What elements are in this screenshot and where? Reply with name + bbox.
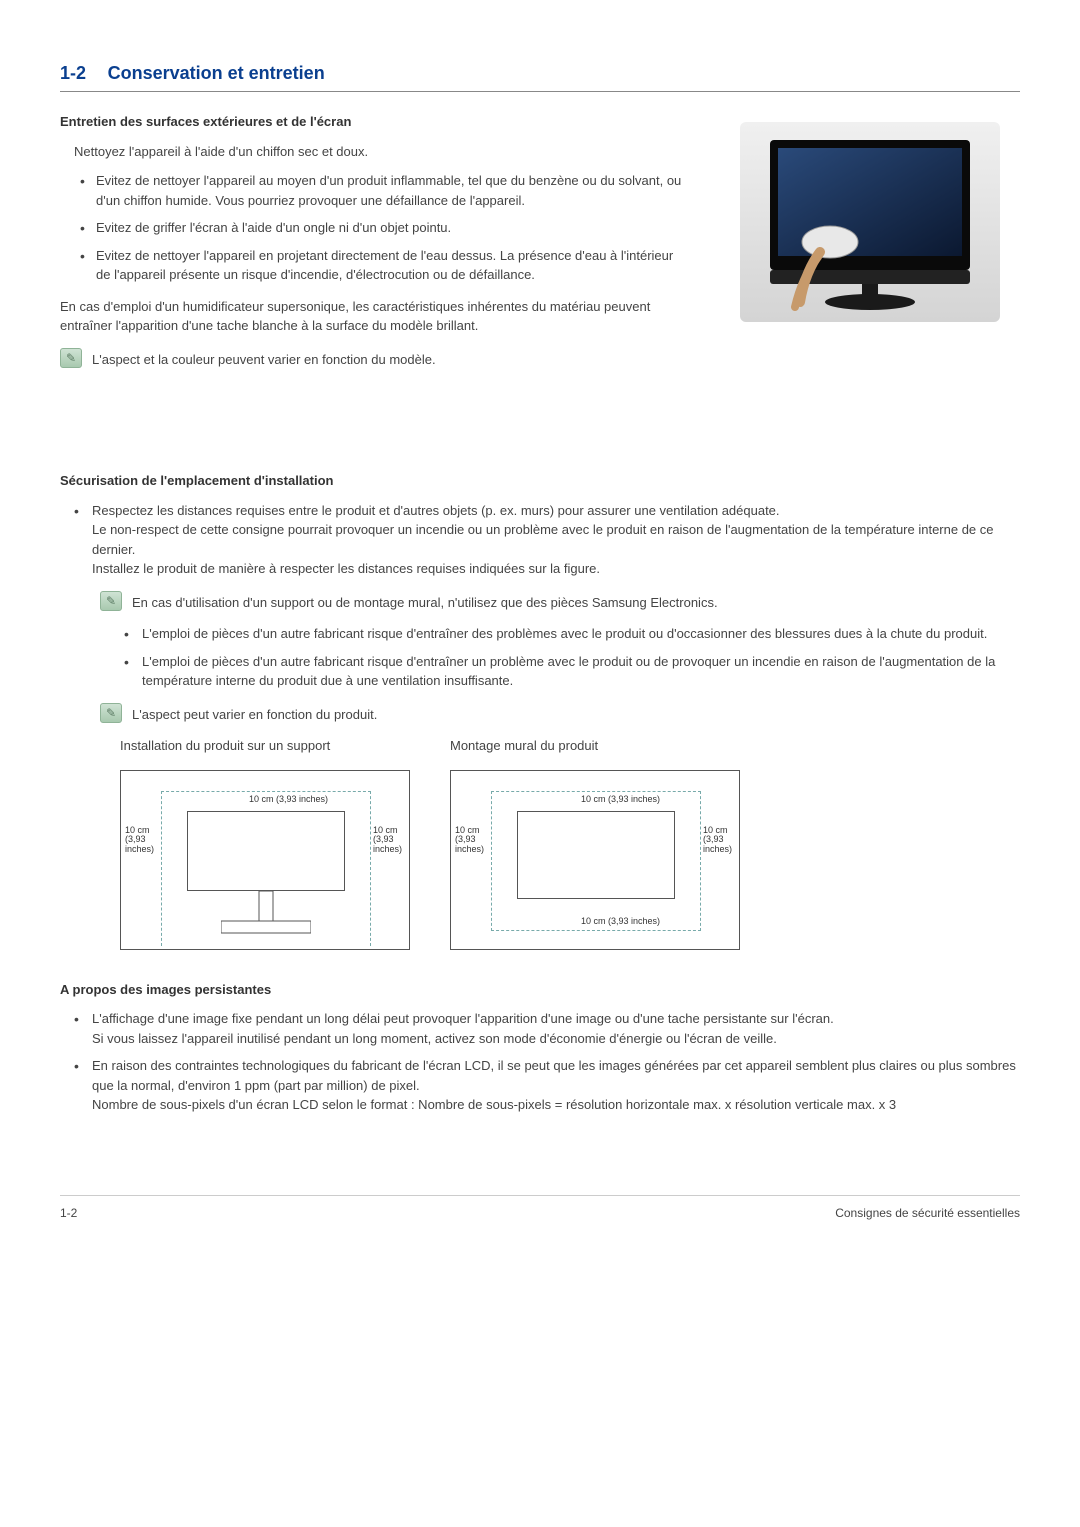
footer-right: Consignes de sécurité essentielles [835, 1204, 1020, 1222]
clearance-label: 10 cm (3,93 inches) [455, 826, 484, 856]
diagram-row: Installation du produit sur un support 1… [120, 736, 1020, 950]
bullet-line: Si vous laissez l'appareil inutilisé pen… [92, 1031, 777, 1046]
nested-bullet-list: L'emploi de pièces d'un autre fabricant … [124, 624, 1020, 691]
note-text: L'aspect peut varier en fonction du prod… [132, 703, 377, 725]
col-text: Entretien des surfaces extérieures et de… [60, 112, 690, 381]
note-row: ✎ L'aspect peut varier en fonction du pr… [100, 703, 1020, 725]
bullet-line: Nombre de sous-pixels d'un écran LCD sel… [92, 1097, 896, 1112]
note-row: ✎ En cas d'utilisation d'un support ou d… [100, 591, 1020, 613]
diagram-stand: Installation du produit sur un support 1… [120, 736, 430, 950]
clearance-label: 10 cm (3,93 inches) [581, 795, 660, 805]
bullet-item: En raison des contraintes technologiques… [74, 1056, 1020, 1115]
bullet-line: En raison des contraintes technologiques… [92, 1058, 1016, 1093]
diagram-title: Installation du produit sur un support [120, 736, 430, 756]
bullet-line: Respectez les distances requises entre l… [92, 503, 780, 518]
clearance-label: 10 cm (3,93 inches) [125, 826, 154, 856]
intro-text: Nettoyez l'appareil à l'aide d'un chiffo… [74, 142, 690, 162]
subheading-securisation: Sécurisation de l'emplacement d'installa… [60, 471, 1020, 491]
bullet-item: Respectez les distances requises entre l… [74, 501, 1020, 579]
bullet-line: Le non-respect de cette consigne pourrai… [92, 522, 994, 557]
diagram-box: 10 cm (3,93 inches) 10 cm (3,93 inches) … [120, 770, 410, 950]
clearance-label: 10 cm (3,93 inches) [373, 826, 402, 856]
bullet-item: Evitez de nettoyer l'appareil au moyen d… [74, 171, 690, 210]
bullet-item: L'emploi de pièces d'un autre fabricant … [124, 652, 1020, 691]
bullet-item: Evitez de griffer l'écran à l'aide d'un … [74, 218, 690, 238]
diagram-box: 10 cm (3,93 inches) 10 cm (3,93 inches) … [450, 770, 740, 950]
section-header: 1-2 Conservation et entretien [60, 60, 1020, 92]
footer-left: 1-2 [60, 1204, 77, 1222]
section-entretien: Entretien des surfaces extérieures et de… [60, 112, 1020, 381]
note-text: En cas d'utilisation d'un support ou de … [132, 591, 718, 613]
paragraph-humidifier: En cas d'emploi d'un humidificateur supe… [60, 297, 690, 336]
bullet-line: Installez le produit de manière à respec… [92, 561, 600, 576]
subheading-entretien: Entretien des surfaces extérieures et de… [60, 112, 690, 132]
bullet-line: L'affichage d'une image fixe pendant un … [92, 1011, 834, 1026]
clearance-label: 10 cm (3,93 inches) [703, 826, 732, 856]
note-icon: ✎ [100, 591, 122, 611]
col-image [720, 112, 1020, 381]
clearance-label: 10 cm (3,93 inches) [581, 917, 660, 927]
subheading-images: A propos des images persistantes [60, 980, 1020, 1000]
monitor-illustration [740, 122, 1000, 322]
bullet-list-2: Respectez les distances requises entre l… [74, 501, 1020, 579]
diagram-wall: Montage mural du produit 10 cm (3,93 inc… [450, 736, 760, 950]
bullet-item: L'affichage d'une image fixe pendant un … [74, 1009, 1020, 1048]
page-footer: 1-2 Consignes de sécurité essentielles [60, 1195, 1020, 1222]
stand-icon [221, 891, 311, 941]
bullet-item: Evitez de nettoyer l'appareil en projeta… [74, 246, 690, 285]
note-icon: ✎ [60, 348, 82, 368]
diagram-title: Montage mural du produit [450, 736, 760, 756]
note-row: ✎ L'aspect et la couleur peuvent varier … [60, 348, 690, 370]
note-text: L'aspect et la couleur peuvent varier en… [92, 348, 436, 370]
note-icon: ✎ [100, 703, 122, 723]
clearance-label: 10 cm (3,93 inches) [249, 795, 328, 805]
bullet-list-1: Evitez de nettoyer l'appareil au moyen d… [74, 171, 690, 285]
section-number: 1-2 [60, 63, 86, 83]
section-title: Conservation et entretien [108, 63, 325, 83]
bullet-list-3: L'affichage d'une image fixe pendant un … [74, 1009, 1020, 1115]
bullet-item: L'emploi de pièces d'un autre fabricant … [124, 624, 1020, 644]
